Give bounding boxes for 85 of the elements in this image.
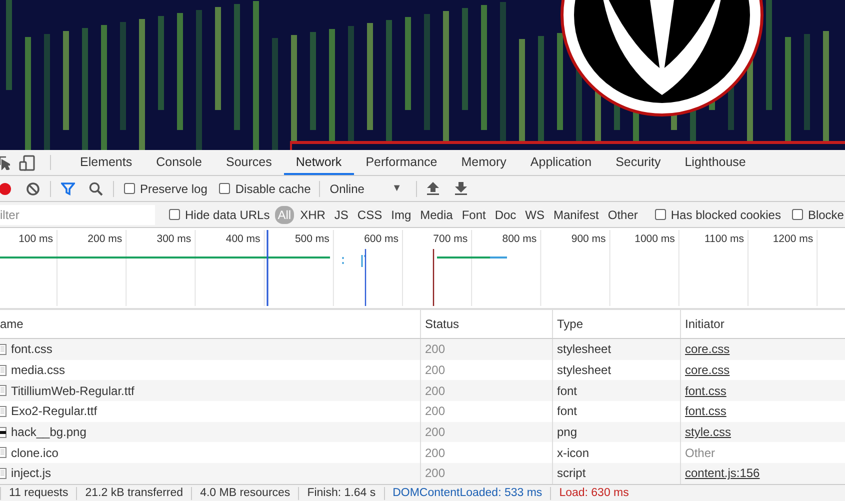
- file-name[interactable]: media.css: [11, 363, 66, 378]
- panel-tab[interactable]: Application: [518, 150, 604, 175]
- initiator-link[interactable]: style.css: [685, 425, 732, 440]
- search-icon[interactable]: [89, 182, 103, 196]
- panel-tab[interactable]: Performance: [354, 150, 450, 175]
- status-code: 200: [425, 363, 446, 378]
- checkbox[interactable]: Disable cache: [219, 182, 311, 196]
- column-header[interactable]: Initiator: [680, 310, 845, 338]
- throttling-dropdown[interactable]: Online ▼: [330, 182, 406, 196]
- status-text: Finish: 1.64 s: [298, 486, 384, 500]
- resource-type: stylesheet: [557, 342, 612, 356]
- time-tick-label: 1000 ms: [634, 233, 675, 245]
- initiator-link[interactable]: font.css: [685, 384, 726, 398]
- time-tick-label: 300 ms: [156, 233, 192, 245]
- initiator-link[interactable]: core.css: [685, 342, 730, 356]
- type-filter[interactable]: Font: [458, 206, 489, 224]
- dropdown-value: Online: [330, 182, 364, 196]
- download-icon[interactable]: [454, 182, 467, 195]
- initiator-link[interactable]: font.css: [685, 404, 726, 418]
- time-tick-label: 100 ms: [18, 233, 53, 245]
- resource-type: script: [557, 466, 586, 480]
- status-text: 11 requests: [0, 486, 76, 500]
- status-text: 4.0 MB resources: [191, 486, 298, 500]
- time-tick-label: 1200 ms: [772, 233, 814, 245]
- filter-field[interactable]: ilter: [0, 204, 155, 224]
- file-name[interactable]: clone.ico: [11, 446, 58, 460]
- type-filter[interactable]: Media: [417, 206, 456, 224]
- checkbox[interactable]: Has blocked cookies: [654, 208, 781, 222]
- type-filter[interactable]: JS: [331, 206, 352, 224]
- resource-type: x-icon: [557, 446, 590, 460]
- status-code: 200: [425, 466, 446, 480]
- time-tick-label: 500 ms: [294, 233, 330, 245]
- resource-type: font: [557, 384, 578, 398]
- time-tick-label: 700 ms: [433, 233, 468, 245]
- panel-tab[interactable]: Memory: [449, 150, 518, 175]
- file-name[interactable]: Exo2-Regular.ttf: [11, 404, 98, 418]
- time-tick-label: 900 ms: [571, 233, 606, 245]
- time-tick-label: 400 ms: [226, 233, 260, 245]
- type-filter[interactable]: Manifest: [550, 206, 602, 224]
- status-code: 200: [425, 384, 446, 398]
- panel-tab[interactable]: Security: [604, 150, 673, 175]
- file-name[interactable]: inject.js: [11, 466, 52, 480]
- clear-icon[interactable]: [26, 182, 40, 196]
- record-icon[interactable]: [0, 182, 11, 194]
- checkbox[interactable]: Hide data URLs: [169, 208, 270, 222]
- status-text: 21.2 kB transferred: [76, 486, 192, 500]
- status-code: 200: [425, 404, 446, 418]
- panel-tab[interactable]: Sources: [214, 150, 284, 175]
- initiator-link[interactable]: content.js:156: [685, 466, 760, 480]
- type-filter[interactable]: XHR: [297, 206, 328, 224]
- time-tick-label: 600 ms: [364, 233, 398, 245]
- checkbox[interactable]: Preserve log: [124, 182, 208, 196]
- resource-type: png: [557, 425, 578, 440]
- panel-tab[interactable]: Elements: [68, 150, 144, 175]
- caret-icon: ▼: [392, 183, 402, 194]
- file-name[interactable]: hack__bg.png: [11, 425, 86, 440]
- status-code: 200: [425, 425, 446, 440]
- upload-icon[interactable]: [426, 182, 439, 195]
- status-code: 200: [425, 446, 446, 460]
- column-header[interactable]: Status: [420, 310, 552, 338]
- time-tick-label: 200 ms: [88, 233, 122, 245]
- resource-type: font: [557, 404, 578, 418]
- status-code: 200: [425, 342, 446, 356]
- panel-tab[interactable]: Console: [144, 150, 214, 175]
- initiator-text: Other: [685, 446, 716, 460]
- type-filter[interactable]: Doc: [492, 206, 520, 224]
- type-filter[interactable]: WS: [522, 206, 548, 224]
- status-text: DOMContentLoaded: 533 ms: [384, 486, 550, 500]
- panel-tab[interactable]: Lighthouse: [672, 150, 758, 175]
- type-filter[interactable]: CSS: [354, 206, 386, 224]
- file-name[interactable]: TitilliumWeb-Regular.ttf: [11, 384, 134, 398]
- device-toolbar-icon[interactable]: [19, 154, 35, 170]
- resource-type: stylesheet: [557, 363, 612, 378]
- type-filter[interactable]: Img: [388, 206, 414, 224]
- filter-icon[interactable]: [61, 182, 75, 196]
- initiator-link[interactable]: core.css: [685, 363, 730, 378]
- checkbox[interactable]: Blocke: [792, 208, 844, 222]
- column-header[interactable]: ame: [0, 310, 420, 338]
- time-tick-label: 800 ms: [502, 233, 537, 245]
- column-header[interactable]: Type: [552, 310, 680, 338]
- type-filter[interactable]: Other: [604, 206, 641, 224]
- status-text: Load: 630 ms: [550, 486, 637, 500]
- file-name[interactable]: font.css: [11, 342, 52, 356]
- time-tick-label: 1100 ms: [704, 233, 744, 245]
- inspect-icon[interactable]: [0, 156, 10, 170]
